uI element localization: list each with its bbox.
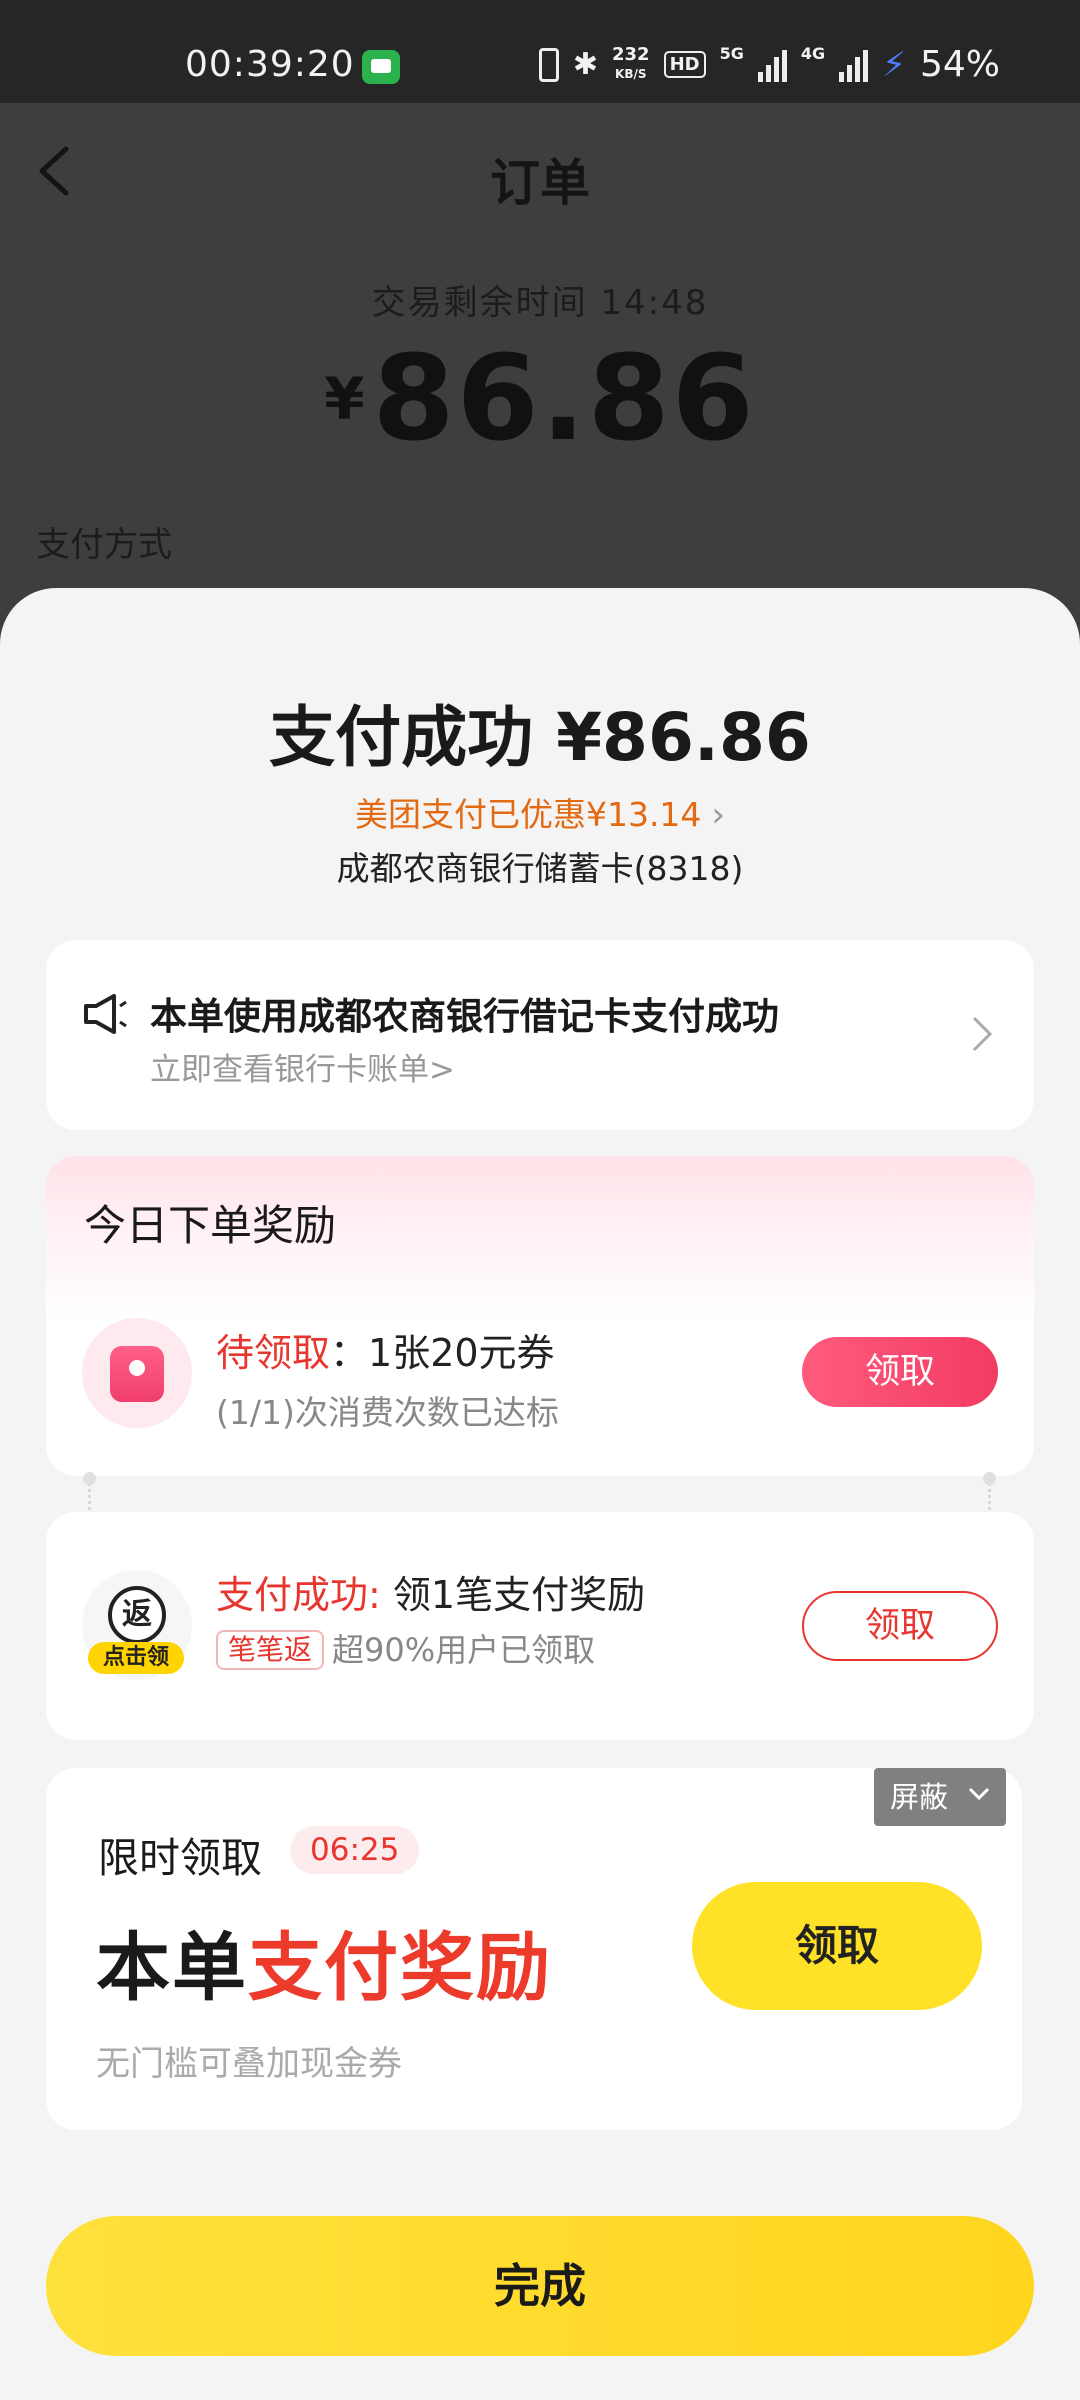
today-reward-status: 待领取：1张20元券 [216, 1322, 555, 1377]
pay-success-label: 支付成功: [216, 1573, 381, 1617]
done-button[interactable]: 完成 [46, 2216, 1034, 2356]
countdown-badge: 06:25 [290, 1826, 420, 1874]
chevron-right-icon: › [711, 795, 726, 835]
chevron-right-icon [972, 1016, 993, 1052]
limited-big-black: 本单 [96, 1925, 248, 2011]
signal-4g-icon [839, 48, 869, 82]
vibrate-icon [538, 47, 559, 82]
today-reward-card: 今日下单奖励 待领取：1张20元券 (1/1)次消费次数已达标 领取 [46, 1156, 1034, 1476]
claim-pay-reward-button[interactable]: 领取 [802, 1591, 998, 1661]
limited-time-card: 限时领取 06:25 本单支付奖励 无门槛可叠加现金券 领取 屏蔽 [46, 1768, 1022, 2130]
cashback-icon-char: 返 [108, 1586, 166, 1644]
gift-icon [82, 1318, 192, 1428]
network-5g-label: 5G [719, 44, 744, 63]
discount-text: 美团支付已优惠¥13.14 [354, 795, 702, 834]
hd-icon: HD [663, 51, 706, 78]
coupon-detail: ：1张20元券 [330, 1331, 555, 1375]
claimed-note: 超90%用户已领取 [332, 1631, 596, 1669]
hide-button[interactable]: 屏蔽 [874, 1768, 1006, 1826]
network-speed-unit: KB/S [615, 67, 647, 81]
hide-label: 屏蔽 [890, 1780, 949, 1814]
amount-value: 86.86 [372, 329, 756, 467]
claim-coupon-button[interactable]: 领取 [802, 1337, 998, 1407]
consumption-progress: (1/1)次消费次数已达标 [216, 1393, 559, 1432]
network-speed-value: 232 [611, 44, 650, 65]
bank-notice-card[interactable]: 本单使用成都农商银行借记卡支付成功 立即查看银行卡账单> [46, 940, 1034, 1130]
claim-limited-button[interactable]: 领取 [692, 1882, 982, 2010]
pay-reward-status: 支付成功: 领1笔支付奖励 [216, 1564, 645, 1619]
discount-link[interactable]: 美团支付已优惠¥13.14 › [0, 788, 1080, 836]
limited-big-red: 支付奖励 [248, 1925, 552, 2011]
network-speed: 232 KB/S [612, 46, 650, 83]
transaction-timer: 交易剩余时间 14:48 [371, 283, 709, 323]
battery-level: 54% [919, 44, 1000, 85]
pay-reward-detail: 领1笔支付奖励 [380, 1573, 646, 1617]
cashback-icon: 返 点击领 [82, 1570, 192, 1680]
signal-5g-icon [757, 48, 787, 82]
bank-statement-link[interactable]: 立即查看银行卡账单> [150, 1044, 455, 1089]
notice-title: 本单使用成都农商银行借记卡支付成功 [150, 995, 779, 1038]
pending-label: 待领取 [216, 1331, 331, 1375]
page-title: 订单 [490, 154, 590, 212]
charging-icon: ⚡ [882, 44, 906, 85]
currency-symbol: ¥ [324, 365, 365, 433]
order-amount: ¥86.86 [0, 329, 1080, 467]
pay-reward-card: 返 点击领 支付成功: 领1笔支付奖励 笔笔返 超90%用户已领取 领取 [46, 1512, 1034, 1740]
limited-big-title: 本单支付奖励 [96, 1908, 552, 2015]
success-title: 支付成功 ¥86.86 [269, 699, 811, 776]
pay-method-label: 支付方式 [36, 525, 172, 565]
limited-subtitle: 无门槛可叠加现金券 [96, 2044, 402, 2084]
bluetooth-icon: ✱ [572, 47, 598, 82]
cashback-chip: 笔笔返 [216, 1630, 325, 1670]
bank-card-info: 成都农商银行储蓄卡(8318) [336, 849, 744, 888]
message-app-icon [362, 50, 400, 84]
payment-success-sheet: 支付成功 ¥86.86 美团支付已优惠¥13.14 › 成都农商银行储蓄卡(831… [0, 588, 1080, 2400]
speaker-icon [84, 994, 127, 1034]
chevron-down-icon [968, 1787, 990, 1801]
status-bar: 00:39:20 ✱ 232 KB/S HD 5G 4G ⚡ 54% [0, 0, 1080, 103]
status-time: 00:39:20 [185, 44, 355, 85]
network-4g-label: 4G [800, 44, 826, 63]
tap-to-claim-tag: 点击领 [88, 1642, 184, 1674]
limited-header: 限时领取 [98, 1834, 262, 1882]
today-reward-header: 今日下单奖励 [84, 1201, 337, 1250]
status-icons: ✱ 232 KB/S HD 5G 4G ⚡ 54% [538, 44, 1000, 85]
